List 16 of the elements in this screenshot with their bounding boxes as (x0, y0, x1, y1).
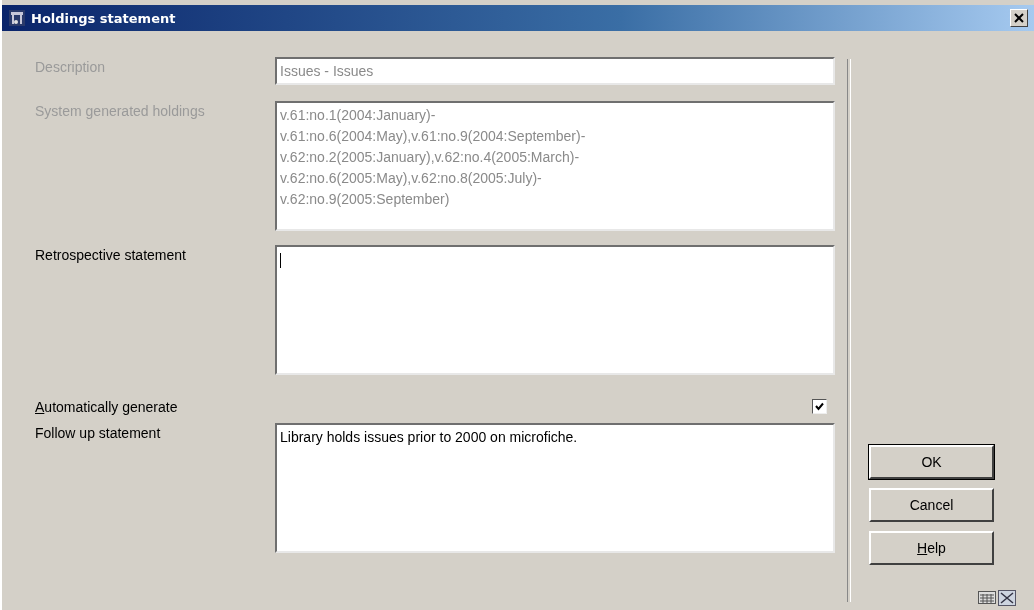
checkbox-label: Automatically generate (35, 398, 179, 417)
app-icon (8, 9, 26, 27)
close-icon (1014, 13, 1024, 23)
checkbox[interactable] (812, 399, 827, 414)
field-label: Description (35, 58, 107, 77)
field-label: Follow up statement (35, 424, 162, 443)
resize-icon[interactable] (998, 590, 1016, 606)
field-label: System generated holdings (35, 102, 206, 121)
close-button[interactable] (1010, 9, 1028, 27)
field-label: Retrospective statement (35, 246, 187, 265)
keyboard-icon[interactable] (978, 590, 996, 604)
dialog-button[interactable]: Help (869, 531, 994, 565)
window-title: Holdings statement (31, 10, 177, 26)
dialog-button[interactable]: Cancel (869, 488, 994, 522)
dialog-button[interactable]: OK (869, 445, 994, 479)
text-area[interactable]: Library holds issues prior to 2000 on microfiche. (275, 423, 835, 553)
